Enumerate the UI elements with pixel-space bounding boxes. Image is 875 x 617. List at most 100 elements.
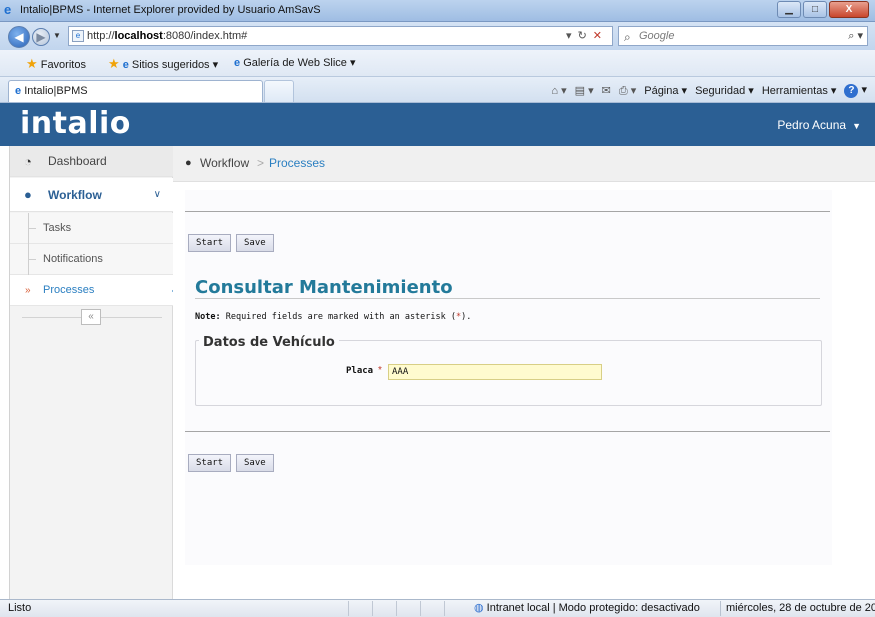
- window-title-bar: e Intalio|BPMS - Internet Explorer provi…: [0, 0, 875, 22]
- address-bar[interactable]: e http://localhost:8080/index.htm# ▾↻✕: [68, 26, 613, 46]
- ie-logo-icon: e: [4, 2, 12, 17]
- security-zone[interactable]: ◍ Intranet local | Modo protegido: desac…: [474, 600, 700, 617]
- app-header: intalio Pedro Acuna ▼: [0, 103, 875, 146]
- main-content: Start Save Consultar Mantenimiento Note:…: [173, 182, 875, 599]
- window-title: Intalio|BPMS - Internet Explorer provide…: [20, 4, 321, 16]
- start-button-bottom[interactable]: Start: [188, 454, 232, 472]
- page-menu[interactable]: Página ▾: [644, 84, 687, 97]
- sidebar: ◔ Dashboard ● Workflow ∨ Tasks Notificat…: [10, 146, 179, 599]
- note-suffix: ).: [461, 312, 472, 322]
- sidebar-item-tasks[interactable]: Tasks: [10, 213, 173, 244]
- minimize-button[interactable]: ▁: [777, 1, 801, 18]
- dashboard-icon: ◔: [24, 154, 32, 169]
- tab-label: Intalio|BPMS: [24, 85, 88, 97]
- maximize-button[interactable]: □: [803, 1, 827, 18]
- fieldset-legend: Datos de Vehículo: [199, 335, 339, 350]
- sidebar-item-label: Notifications: [43, 253, 103, 265]
- sidebar-item-workflow[interactable]: ● Workflow ∨: [10, 178, 173, 212]
- security-menu[interactable]: Seguridad ▾: [695, 84, 754, 97]
- note-prefix: Note:: [195, 312, 221, 322]
- status-date: miércoles, 28 de octubre de 2015: [720, 601, 875, 616]
- placa-label: Placa: [346, 366, 374, 376]
- address-toolbar: ◀ ▶ ▼ e http://localhost:8080/index.htm#…: [0, 22, 875, 50]
- print-icon[interactable]: ⎙ ▾: [619, 84, 636, 98]
- sidebar-item-label: Tasks: [43, 222, 72, 234]
- favorites-label: Favoritos: [40, 59, 86, 71]
- history-dropdown-icon[interactable]: ▼: [53, 31, 61, 40]
- person-icon: ●: [185, 157, 192, 169]
- sidebar-item-dashboard[interactable]: ◔ Dashboard: [10, 146, 173, 177]
- sidebar-item-notifications[interactable]: Notifications: [10, 244, 173, 275]
- address-controls: ▾↻✕: [566, 27, 608, 45]
- save-button-top[interactable]: Save: [236, 234, 274, 252]
- feeds-icon[interactable]: ▤ ▾: [575, 84, 594, 97]
- breadcrumb-workflow[interactable]: Workflow: [200, 146, 249, 180]
- ie-page-icon: e: [234, 57, 241, 69]
- ie-tab-icon: e: [15, 85, 22, 97]
- form-title: Consultar Mantenimiento: [195, 277, 453, 298]
- frame-edge: [0, 146, 10, 599]
- refresh-icon[interactable]: ↻: [578, 30, 593, 42]
- breadcrumb-separator: >: [257, 156, 265, 170]
- breadcrumb-current: Processes: [269, 156, 326, 170]
- required-note: Note: Required fields are marked with an…: [195, 312, 471, 322]
- favorites-button[interactable]: ★ Favoritos: [26, 56, 86, 72]
- forward-button[interactable]: ▶: [32, 28, 50, 46]
- zone-text: Intranet local | Modo protegido: desacti…: [486, 602, 700, 614]
- tools-menu[interactable]: Herramientas ▾: [762, 84, 837, 97]
- save-button-bottom[interactable]: Save: [236, 454, 274, 472]
- user-name: Pedro Acuna: [777, 118, 847, 132]
- bottom-divider: [185, 431, 830, 432]
- suggested-sites-label: Sitios sugeridos ▾: [131, 59, 219, 71]
- star-icon: ★: [26, 56, 38, 71]
- breadcrumb: ● Workflow > Processes: [173, 146, 875, 182]
- start-button-top[interactable]: Start: [188, 234, 232, 252]
- web-slice-gallery-link[interactable]: e Galería de Web Slice ▾: [234, 56, 356, 69]
- add-favorite-icon: ★: [108, 56, 120, 71]
- form-panel: Start Save Consultar Mantenimiento Note:…: [185, 190, 832, 565]
- ie-page-icon: e: [122, 59, 129, 71]
- help-icon: ?: [844, 84, 859, 98]
- sidebar-item-label: Processes: [43, 284, 95, 296]
- new-tab-button[interactable]: [264, 80, 294, 102]
- placa-input[interactable]: [388, 364, 602, 380]
- web-slice-label: Galería de Web Slice ▾: [243, 57, 356, 69]
- stop-icon[interactable]: ✕: [593, 30, 608, 42]
- search-icon: ⌕: [624, 30, 631, 44]
- url-rest: :8080/index.htm#: [162, 30, 248, 42]
- mail-icon[interactable]: ✉: [602, 84, 611, 97]
- home-icon[interactable]: ⌂ ▾: [551, 84, 566, 97]
- required-asterisk: *: [378, 365, 382, 376]
- browser-tab[interactable]: e Intalio|BPMS: [8, 80, 263, 102]
- status-bar: Listo ◍ Intranet local | Modo protegido:…: [0, 599, 875, 617]
- collapse-sidebar-button[interactable]: «: [81, 309, 101, 325]
- globe-icon: ◍: [474, 602, 484, 614]
- sidebar-item-label: Workflow: [48, 188, 102, 202]
- back-button[interactable]: ◀: [8, 26, 30, 48]
- help-menu[interactable]: ? ▾: [844, 83, 867, 98]
- tab-row: e Intalio|BPMS ⌂ ▾ ▤ ▾ ✉ ⎙ ▾ Página ▾ Se…: [0, 77, 875, 103]
- sidebar-collapse-row: «: [10, 308, 173, 326]
- command-bar: ⌂ ▾ ▤ ▾ ✉ ⎙ ▾ Página ▾ Seguridad ▾ Herra…: [551, 83, 867, 98]
- close-window-button[interactable]: X: [829, 1, 869, 18]
- title-rule: [195, 298, 820, 299]
- suggested-sites-link[interactable]: ★ e Sitios sugeridos ▾: [108, 56, 218, 72]
- address-dropdown-icon[interactable]: ▾: [566, 30, 578, 42]
- top-divider: [185, 211, 830, 212]
- note-text: Required fields are marked with an aster…: [220, 312, 456, 322]
- active-marker-icon: »: [25, 285, 31, 296]
- search-box[interactable]: ⌕ Google ⌕ ▾: [618, 26, 868, 46]
- user-menu[interactable]: Pedro Acuna ▼: [777, 118, 861, 132]
- caret-down-icon: ▼: [852, 121, 861, 131]
- window-controls: ▁ □ X: [777, 1, 869, 18]
- app-logo: intalio: [20, 106, 131, 141]
- sidebar-item-processes[interactable]: » Processes: [10, 275, 179, 306]
- url-prefix: http://: [87, 30, 115, 42]
- search-go-icon[interactable]: ⌕ ▾: [848, 27, 863, 45]
- tree-branch: [28, 228, 36, 229]
- page-icon: e: [72, 30, 84, 42]
- status-cells: [348, 601, 468, 616]
- tree-branch: [28, 259, 36, 260]
- person-icon: ●: [24, 187, 32, 202]
- favorites-bar: ★ Favoritos ★ e Sitios sugeridos ▾ e Gal…: [0, 50, 875, 77]
